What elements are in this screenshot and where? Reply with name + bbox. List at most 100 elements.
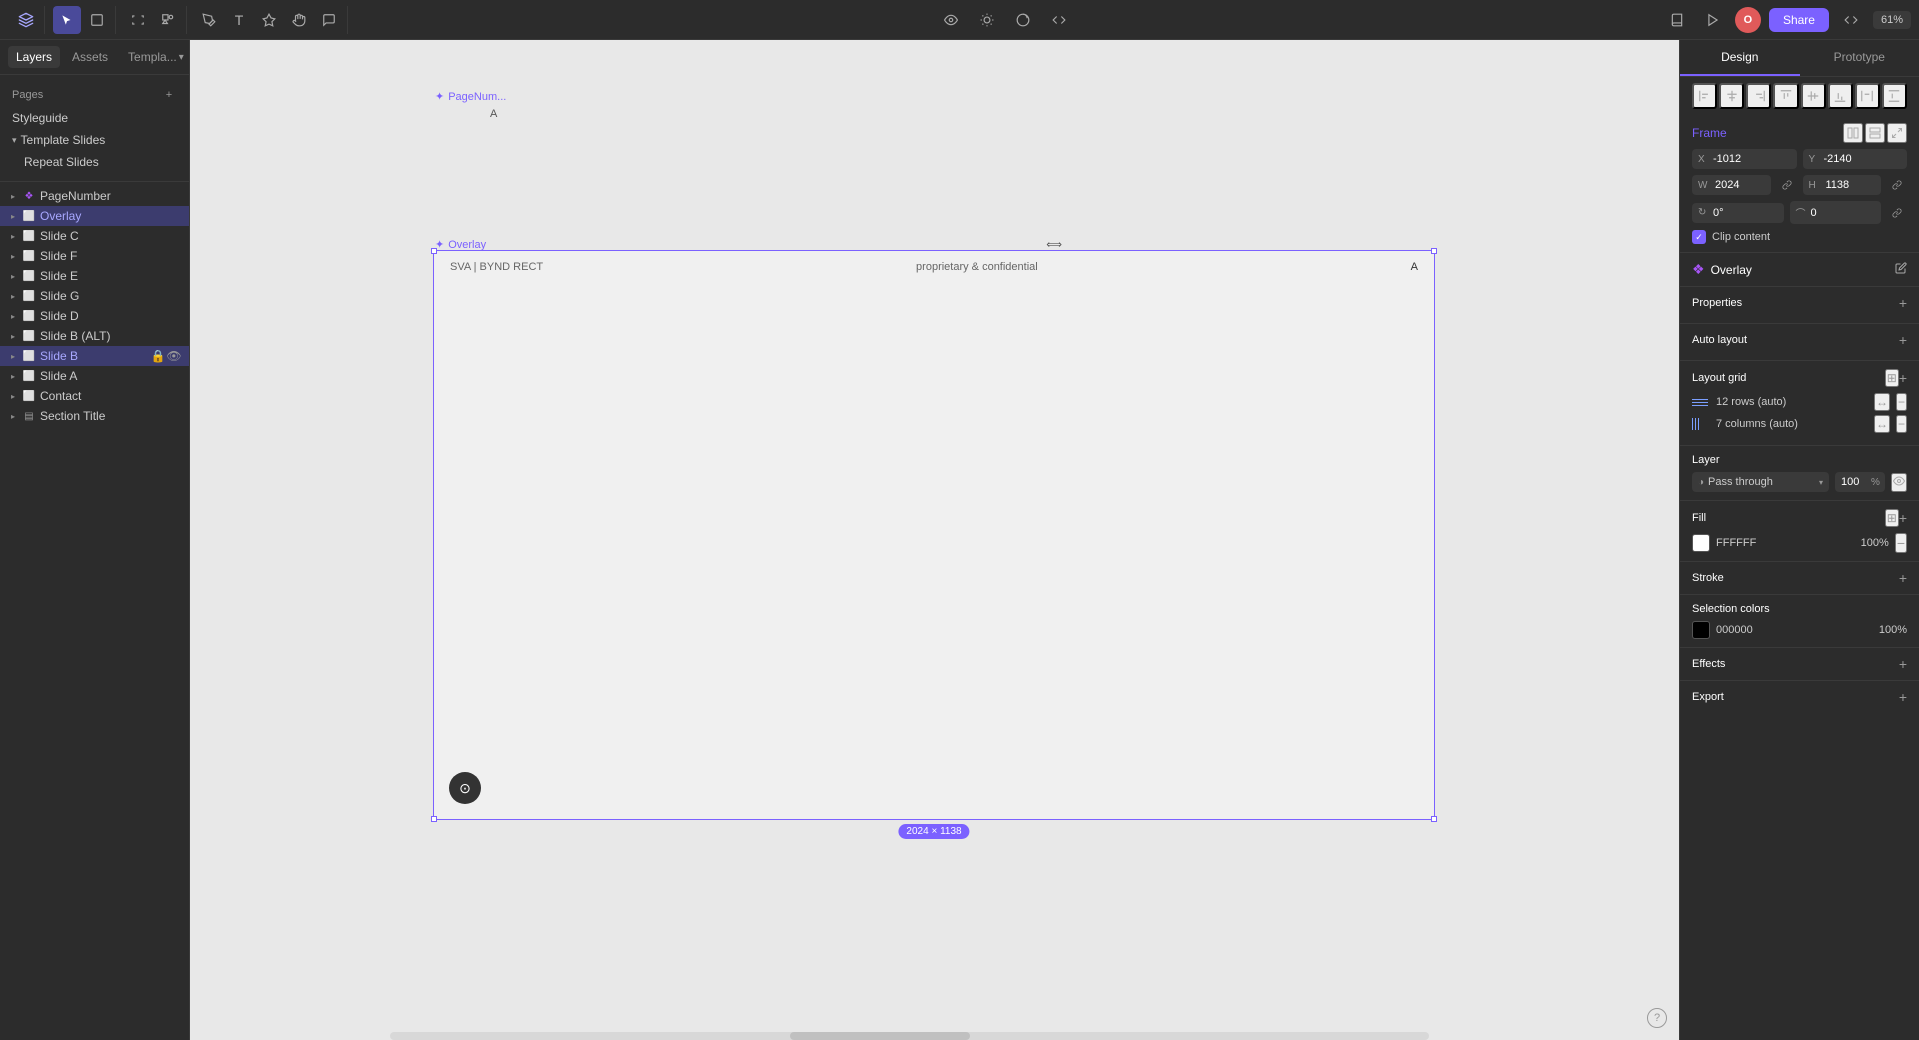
layer-pagenumber[interactable]: ▸ ❖ PageNumber — [0, 186, 189, 206]
share-button[interactable]: Share — [1769, 8, 1829, 32]
canvas-scrollbar[interactable] — [390, 1032, 1429, 1040]
frame-section-label[interactable]: Frame — [1692, 126, 1837, 140]
figma-menu-button[interactable] — [12, 6, 40, 34]
scale-tool-button[interactable] — [83, 6, 111, 34]
pen-tool-button[interactable] — [195, 6, 223, 34]
y-coordinate-field[interactable]: Y — [1803, 149, 1908, 169]
layer-slide-b[interactable]: ▸ ⬜ Slide B 🔒 👁 — [0, 346, 189, 366]
help-icon[interactable]: ? — [1647, 1008, 1667, 1028]
rotation-input[interactable] — [1713, 207, 1778, 219]
component-edit-button[interactable] — [1895, 262, 1907, 277]
frame-layout-button[interactable] — [1843, 123, 1863, 143]
layer-slide-c[interactable]: ▸ ⬜ Slide C — [0, 226, 189, 246]
tab-design[interactable]: Design — [1680, 40, 1800, 76]
layer-visibility-button[interactable] — [1891, 473, 1907, 492]
x-input[interactable] — [1713, 153, 1791, 165]
corner-handle-br[interactable] — [1431, 816, 1437, 822]
text-tool-button[interactable]: T — [225, 6, 253, 34]
code-view-button[interactable] — [1045, 6, 1073, 34]
layer-slide-g[interactable]: ▸ ⬜ Slide G — [0, 286, 189, 306]
theme-toggle-button[interactable] — [973, 6, 1001, 34]
align-bottom-button[interactable] — [1828, 83, 1853, 109]
layout-grid-cols-apply-button[interactable]: ↔ — [1874, 415, 1890, 433]
corner-input[interactable] — [1811, 207, 1876, 219]
add-auto-layout-button[interactable]: + — [1899, 332, 1907, 348]
layer-section-title[interactable]: ▸ ▤ Section Title — [0, 406, 189, 426]
opacity-field[interactable]: % — [1835, 472, 1885, 492]
align-top-button[interactable] — [1773, 83, 1798, 109]
page-repeat-slides[interactable]: Repeat Slides — [0, 151, 189, 173]
frame-swap-button[interactable] — [1865, 123, 1885, 143]
add-property-button[interactable]: + — [1899, 295, 1907, 311]
selection-color-swatch[interactable] — [1692, 621, 1710, 639]
add-effect-button[interactable]: + — [1899, 656, 1907, 672]
fill-color-swatch[interactable] — [1692, 534, 1710, 552]
layer-slide-a[interactable]: ▸ ⬜ Slide A — [0, 366, 189, 386]
link-wh-button[interactable] — [1777, 175, 1797, 195]
height-field[interactable]: H — [1803, 175, 1882, 195]
layout-grid-view-button[interactable]: ⊞ — [1885, 369, 1899, 387]
canvas-area[interactable]: ✦ PageNum... A ✦ Overlay ⟺ SVA | BYND RE… — [190, 40, 1679, 1040]
layout-grid-rows-remove-button[interactable]: − — [1896, 393, 1907, 411]
tab-layers[interactable]: Layers — [8, 46, 60, 68]
page-styleguide[interactable]: Styleguide — [0, 107, 189, 129]
link-h-button[interactable] — [1887, 175, 1907, 195]
hand-tool-button[interactable] — [285, 6, 313, 34]
scrollbar-thumb[interactable] — [790, 1032, 970, 1040]
distribute-h-button[interactable] — [1855, 83, 1880, 109]
comment-tool-button[interactable] — [315, 6, 343, 34]
page-template-slides[interactable]: ▾ Template Slides — [0, 129, 189, 151]
eye-icon[interactable]: 👁 — [167, 349, 181, 363]
layout-grid-rows-apply-button[interactable]: ↔ — [1874, 393, 1890, 411]
opacity-input[interactable] — [1841, 476, 1871, 488]
align-left-button[interactable] — [1692, 83, 1717, 109]
layer-slide-f[interactable]: ▸ ⬜ Slide F — [0, 246, 189, 266]
layer-slide-b-alt[interactable]: ▸ ⬜ Slide B (ALT) — [0, 326, 189, 346]
rotation-field[interactable]: ↻ — [1692, 203, 1784, 223]
layer-overlay[interactable]: ▸ ⬜ Overlay — [0, 206, 189, 226]
width-field[interactable]: W — [1692, 175, 1771, 195]
user-avatar[interactable]: O — [1735, 7, 1761, 33]
zoom-indicator[interactable]: 61% — [1873, 11, 1911, 29]
corner-link-button[interactable] — [1887, 203, 1907, 223]
frame-resize-icon-button[interactable] — [1887, 123, 1907, 143]
add-fill-button[interactable]: + — [1899, 510, 1907, 526]
hide-ui-button[interactable] — [937, 6, 965, 34]
tab-assets[interactable]: Assets — [64, 46, 116, 68]
layer-slide-d[interactable]: ▸ ⬜ Slide D — [0, 306, 189, 326]
layer-slide-e[interactable]: ▸ ⬜ Slide E — [0, 266, 189, 286]
color-profile-button[interactable] — [1009, 6, 1037, 34]
x-coordinate-field[interactable]: X — [1692, 149, 1797, 169]
corner-handle-bl[interactable] — [431, 816, 437, 822]
layout-grid-cols-remove-button[interactable]: − — [1896, 415, 1907, 433]
add-page-button[interactable]: + — [161, 87, 177, 103]
distribute-v-button[interactable] — [1882, 83, 1907, 109]
main-canvas-frame[interactable]: SVA | BYND RECT proprietary & confidenti… — [433, 250, 1435, 820]
align-center-v-button[interactable] — [1801, 83, 1826, 109]
add-layout-grid-button[interactable]: + — [1899, 370, 1907, 386]
clip-content-checkbox[interactable]: ✓ — [1692, 230, 1706, 244]
corner-handle-tr[interactable] — [1431, 248, 1437, 254]
frame-tool-button[interactable] — [124, 6, 152, 34]
tab-templates[interactable]: Templa... ▾ — [120, 46, 192, 68]
lock-icon[interactable]: 🔒 — [151, 349, 165, 363]
library-button[interactable] — [1663, 6, 1691, 34]
add-stroke-button[interactable]: + — [1899, 570, 1907, 586]
layer-contact[interactable]: ▸ ⬜ Contact — [0, 386, 189, 406]
move-tool-button[interactable] — [53, 6, 81, 34]
shape-tool-button[interactable] — [154, 6, 182, 34]
h-input[interactable] — [1826, 179, 1876, 191]
add-export-button[interactable]: + — [1899, 689, 1907, 705]
dev-mode-button[interactable] — [1837, 6, 1865, 34]
w-input[interactable] — [1715, 179, 1765, 191]
align-right-button[interactable] — [1746, 83, 1771, 109]
fill-options-button[interactable]: ⊞ — [1885, 509, 1899, 527]
tab-prototype[interactable]: Prototype — [1800, 40, 1919, 76]
corner-radius-field[interactable]: ⌒ — [1790, 201, 1882, 224]
align-center-h-button[interactable] — [1719, 83, 1744, 109]
present-button[interactable] — [1699, 6, 1727, 34]
remove-fill-button[interactable]: − — [1895, 533, 1907, 553]
y-input[interactable] — [1824, 153, 1902, 165]
blend-mode-field[interactable]: ◑ Pass through ▾ — [1692, 472, 1829, 492]
component-tool-button[interactable] — [255, 6, 283, 34]
